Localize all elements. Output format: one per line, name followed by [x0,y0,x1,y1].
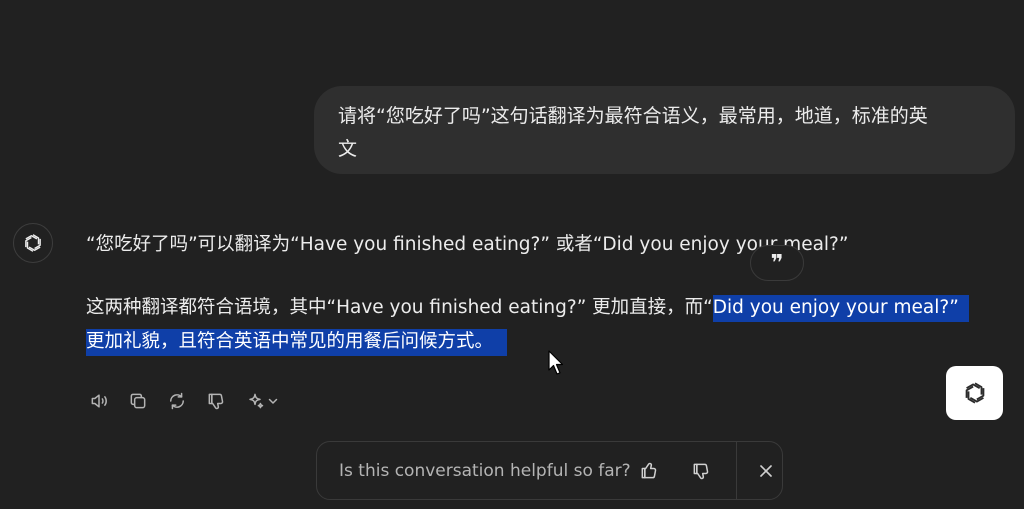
chat-page: 请将“您吃好了吗”这句话翻译为最符合语义，最常用，地道，标准的英 文 “您吃好了… [0,0,1024,509]
quote-selection-button[interactable]: ❞ [750,245,804,281]
user-message-line: 请将“您吃好了吗”这句话翻译为最符合语义，最常用，地道，标准的英 [338,105,928,127]
selected-text: 更加礼貌，且符合英语中常见的用餐后问候方式。 [86,329,508,356]
mouse-cursor-icon [548,350,564,375]
chatgpt-floating-button[interactable] [946,366,1003,420]
assistant-text: 这两种翻译都符合语境，其中“Have you finished eating?”… [86,297,713,318]
copy-icon [130,393,146,409]
openai-logo-icon [25,234,41,252]
copy-button[interactable] [125,388,151,414]
feedback-close-button[interactable] [751,456,781,486]
close-icon [760,464,772,477]
assistant-avatar [13,223,53,263]
assistant-message-line: 这两种翻译都符合语境，其中“Have you finished eating?”… [86,293,969,323]
assistant-message-line: “您吃好了吗”可以翻译为“Have you finished eating?” … [86,234,849,255]
quote-icon: ❞ [770,250,784,276]
chevron-down-icon [268,398,278,404]
user-message-bubble: 请将“您吃好了吗”这句话翻译为最符合语义，最常用，地道，标准的英 文 [314,86,1015,174]
thumbs-down-icon [693,463,709,479]
feedback-question: Is this conversation helpful so far? [339,460,631,481]
read-aloud-icon [91,394,107,408]
switch-model-button[interactable] [242,388,282,414]
feedback-divider [736,441,737,500]
feedback-not-helpful-button[interactable] [686,456,716,486]
conversation-feedback-bar: Is this conversation helpful so far? [316,441,783,500]
openai-logo-icon [965,382,984,404]
user-message-line: 文 [338,138,358,160]
sparkle-icon [249,393,264,409]
thumbs-down-icon [208,393,224,410]
bad-response-button[interactable] [203,388,229,414]
selected-text: Did you enjoy your meal?” [712,295,969,322]
regenerate-button[interactable] [164,388,190,414]
read-aloud-button[interactable] [86,388,112,414]
assistant-message-line: 更加礼貌，且符合英语中常见的用餐后问候方式。 [86,327,508,357]
regenerate-icon [170,392,184,410]
feedback-helpful-button[interactable] [634,456,664,486]
message-actions [86,388,295,414]
thumbs-up-icon [641,462,657,478]
